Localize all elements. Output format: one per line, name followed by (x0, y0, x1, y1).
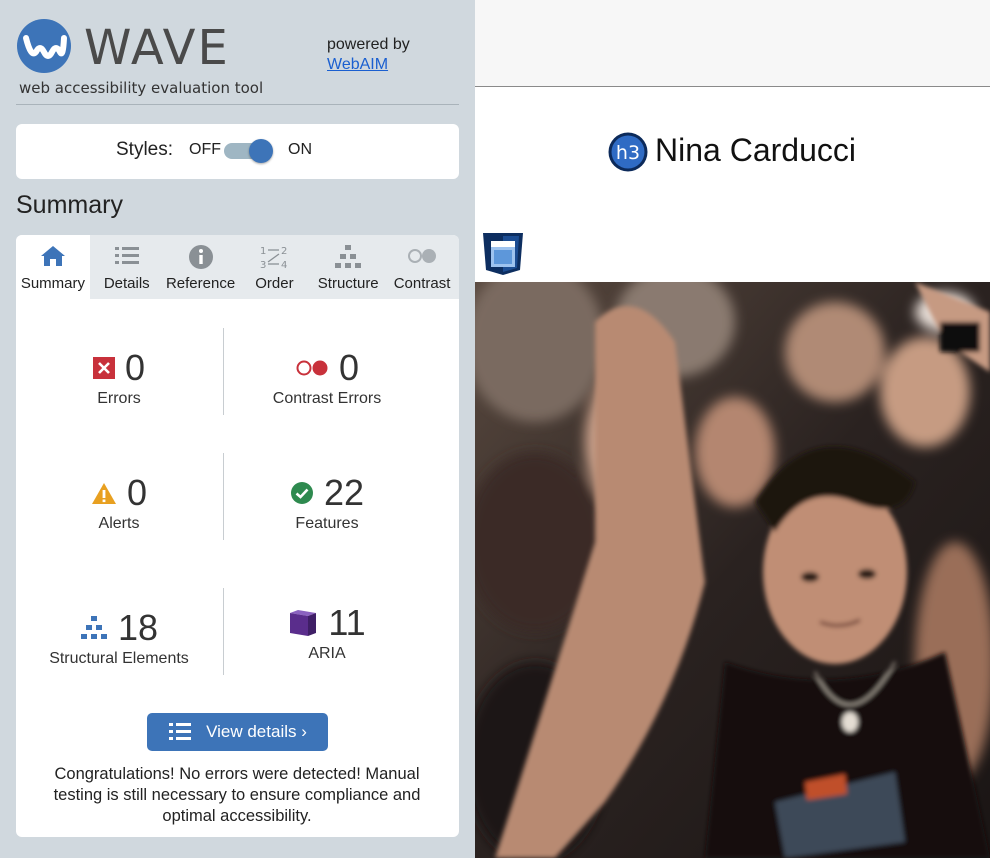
css-icon[interactable] (481, 232, 525, 276)
tab-summary[interactable]: Summary (16, 235, 90, 299)
h3-heading-icon[interactable]: h3 (608, 132, 648, 172)
wave-sidebar: WAVE web accessibility evaluation tool p… (0, 0, 475, 858)
aria-cube-icon (290, 610, 317, 636)
alerts-label: Alerts (98, 515, 140, 532)
list-icon (114, 247, 139, 264)
svg-text:2: 2 (281, 246, 287, 257)
stat-structural-elements[interactable]: 18 Structural Elements (16, 608, 222, 668)
stat-aria[interactable]: 11 ARIA (224, 603, 430, 663)
svg-text:4: 4 (281, 260, 287, 270)
summary-panel: Summary Details Reference 1 2 3 4 Order Str… (16, 235, 459, 837)
tab-label: Structure (317, 275, 379, 292)
info-icon (188, 245, 213, 269)
contrast-errors-label: Contrast Errors (272, 390, 382, 407)
order-icon: 1 2 3 4 (260, 246, 287, 270)
page-heading: Nina Carducci (655, 132, 856, 168)
h3-badge-text: h3 (616, 142, 640, 164)
powered-by-text: powered by (327, 36, 410, 53)
aria-count: 11 (328, 602, 366, 643)
stat-errors[interactable]: 0 Errors (16, 348, 222, 408)
tab-label: Reference (165, 275, 236, 292)
tab-label: Order (255, 275, 294, 292)
structural-count: 18 (117, 607, 159, 648)
home-icon (40, 246, 65, 266)
tab-contrast[interactable]: Contrast (385, 235, 459, 299)
styles-toggle-box: Styles: OFF ON (16, 124, 459, 179)
alerts-count: 0 (126, 472, 148, 513)
alert-triangle-icon (91, 482, 116, 504)
aria-label: ARIA (308, 645, 346, 662)
list-icon (169, 723, 192, 740)
wave-logo-icon (17, 19, 71, 73)
congratulations-message: Congratulations! No errors were detected… (53, 765, 421, 825)
wave-wordmark: WAVE (84, 20, 230, 76)
tab-label: Details (103, 275, 150, 292)
svg-text:1: 1 (260, 246, 266, 257)
styles-toggle-switch[interactable] (224, 139, 274, 163)
structural-label: Structural Elements (49, 650, 189, 667)
contrast-errors-count: 0 (338, 347, 360, 388)
features-count: 22 (323, 472, 365, 513)
wave-tagline: web accessibility evaluation tool (19, 79, 264, 97)
tab-label: Summary (20, 275, 85, 292)
webaim-link[interactable]: WebAIM (327, 55, 410, 75)
tab-details[interactable]: Details (90, 235, 164, 299)
divider (16, 104, 459, 105)
tab-label: Contrast (393, 275, 451, 292)
structure-icon (335, 245, 362, 268)
preview-topbar (475, 0, 990, 87)
stat-contrast-errors[interactable]: 0 Contrast Errors (224, 348, 430, 408)
contrast-error-icon (296, 360, 328, 376)
stat-alerts[interactable]: 0 Alerts (16, 473, 222, 533)
features-label: Features (295, 515, 359, 532)
contrast-icon (408, 249, 437, 263)
tab-reference[interactable]: Reference (164, 235, 238, 299)
tab-structure[interactable]: Structure (311, 235, 385, 299)
page-preview: h3 Nina Carducci (475, 0, 990, 858)
toggle-knob[interactable] (249, 139, 273, 163)
structure-icon (80, 616, 107, 639)
powered-by: powered by WebAIM (327, 35, 410, 75)
styles-on-label[interactable]: ON (288, 141, 312, 159)
view-details-label: View details › (206, 722, 307, 741)
stat-features[interactable]: 22 Features (224, 473, 430, 533)
tab-order[interactable]: 1 2 3 4 Order (237, 235, 311, 299)
error-x-icon (92, 357, 115, 379)
errors-label: Errors (97, 390, 141, 407)
concert-crowd-photo (475, 282, 990, 858)
feature-check-icon (290, 482, 313, 504)
summary-heading: Summary (16, 191, 123, 219)
styles-off-label[interactable]: OFF (189, 141, 221, 159)
tab-bar: Summary Details Reference 1 2 3 4 Order Str… (16, 235, 459, 299)
errors-count: 0 (124, 347, 146, 388)
view-details-button[interactable]: View details › (147, 713, 328, 751)
styles-label: Styles: (116, 139, 174, 160)
svg-text:3: 3 (260, 260, 266, 270)
